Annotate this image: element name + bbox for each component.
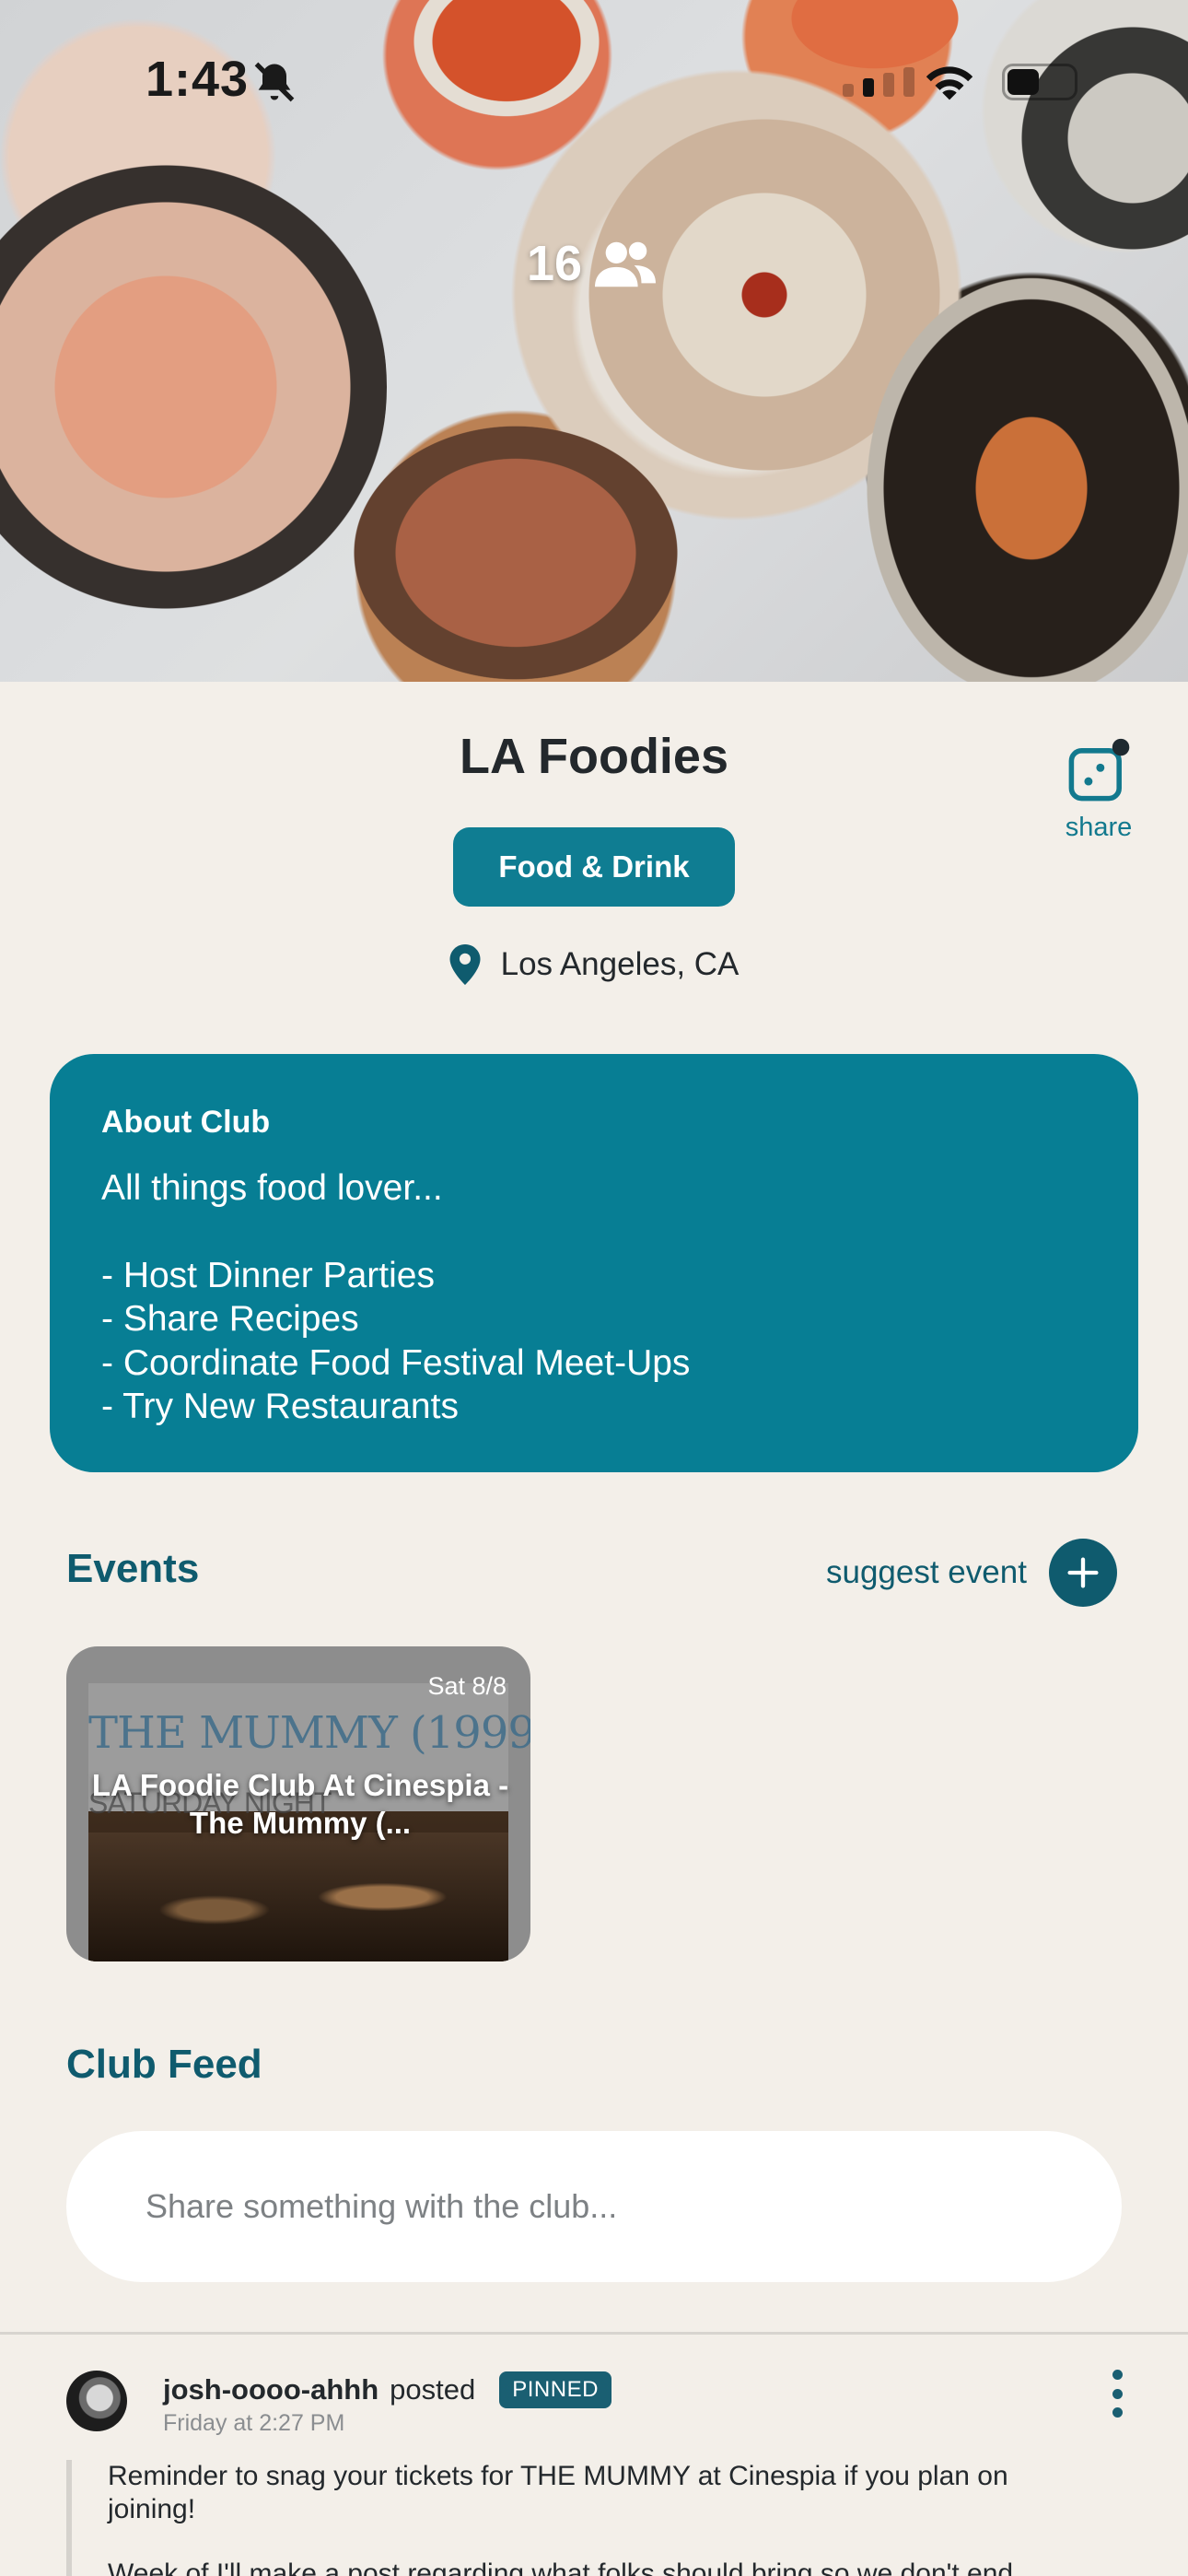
suggest-event-label: suggest event: [826, 1554, 1027, 1590]
status-bar: 1:43: [0, 51, 1188, 115]
plus-icon[interactable]: [1048, 1539, 1117, 1607]
wifi-icon: [926, 66, 973, 100]
share-label: share: [1065, 813, 1133, 842]
post-timestamp: Friday at 2:27 PM: [163, 2410, 345, 2436]
location-pin-icon: [449, 944, 481, 985]
more-options-icon[interactable]: [1101, 2370, 1133, 2418]
suggest-event-button[interactable]: suggest event: [826, 1539, 1117, 1607]
member-count-number: 16: [527, 236, 583, 291]
member-count[interactable]: 16: [527, 235, 657, 292]
pinned-badge: PINNED: [499, 2371, 611, 2408]
avatar[interactable]: [66, 2371, 127, 2431]
members-icon: [595, 241, 657, 287]
status-time: 1:43: [146, 52, 250, 107]
feed-composer-input[interactable]: Share something with the club...: [66, 2131, 1122, 2282]
club-location: Los Angeles, CA: [0, 944, 1188, 985]
post-body: Reminder to snag your tickets for THE MU…: [108, 2460, 1102, 2576]
about-heading: About Club: [101, 1105, 271, 1140]
about-club-card: About Club All things food lover... - Ho…: [50, 1054, 1138, 1472]
about-item: - Try New Restaurants: [101, 1387, 459, 1427]
battery-icon: [1002, 64, 1077, 100]
events-heading: Events: [66, 1546, 200, 1591]
poster-title: THE MUMMY (1999): [88, 1707, 530, 1759]
about-intro: All things food lover...: [101, 1168, 443, 1208]
club-feed-heading: Club Feed: [66, 2042, 262, 2087]
post-paragraph: Week of I'll make a post regarding what …: [108, 2558, 1014, 2576]
post-verb: posted: [390, 2373, 476, 2406]
bell-muted-icon: [254, 62, 295, 102]
about-list: - Host Dinner Parties - Share Recipes - …: [101, 1254, 1087, 1429]
location-text: Los Angeles, CA: [500, 946, 740, 982]
divider: [0, 2332, 1188, 2335]
post-header: josh-oooo-ahhh posted PINNED: [163, 2371, 611, 2408]
post-username[interactable]: josh-oooo-ahhh: [163, 2373, 379, 2406]
about-item: - Host Dinner Parties: [101, 1255, 435, 1295]
post-paragraph: Reminder to snag your tickets for THE MU…: [108, 2461, 1008, 2524]
about-item: - Share Recipes: [101, 1299, 359, 1340]
event-card[interactable]: THE MUMMY (1999) SATURDAY NIGHT Sat 8/8 …: [66, 1646, 530, 1961]
event-title: LA Foodie Club At Cinespia - The Mummy (…: [91, 1768, 509, 1841]
category-badge[interactable]: Food & Drink: [453, 827, 735, 907]
share-icon: [1068, 738, 1130, 802]
share-button[interactable]: share: [1054, 737, 1143, 843]
club-name: LA Foodies: [460, 729, 728, 784]
post-quote-bar: [66, 2460, 72, 2576]
about-item: - Coordinate Food Festival Meet-Ups: [101, 1342, 691, 1383]
event-date: Sat 8/8: [427, 1672, 507, 1700]
cellular-signal-icon: [843, 67, 914, 97]
